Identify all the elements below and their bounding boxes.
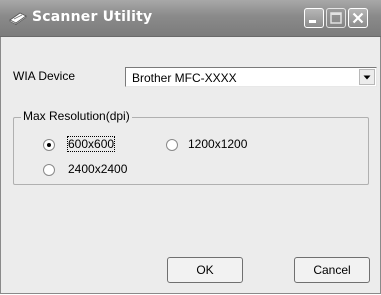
close-button[interactable]	[348, 8, 368, 28]
window-title: Scanner Utility	[32, 9, 153, 25]
dropdown-button[interactable]	[359, 69, 375, 85]
maximize-button[interactable]	[326, 8, 346, 28]
cancel-button[interactable]: Cancel	[294, 257, 370, 283]
radio-600x600[interactable]	[43, 139, 55, 151]
scanner-icon	[8, 11, 28, 26]
wia-device-value: Brother MFC-XXXX	[132, 71, 237, 85]
radio-label-1200x1200[interactable]: 1200x1200	[188, 137, 247, 151]
scanner-utility-window: Scanner Utility WIA Device Brother MFC-X…	[0, 0, 381, 295]
minimize-button[interactable]	[304, 8, 324, 28]
max-resolution-label: Max Resolution(dpi)	[21, 109, 132, 123]
radio-label-600x600[interactable]: 600x600	[66, 136, 116, 152]
dialog-body: WIA Device Brother MFC-XXXX Max Resoluti…	[0, 37, 381, 294]
radio-label-2400x2400[interactable]: 2400x2400	[68, 162, 127, 176]
minimize-icon	[309, 20, 316, 23]
maximize-icon	[330, 12, 342, 24]
radio-1200x1200[interactable]	[166, 139, 178, 151]
close-icon	[352, 12, 364, 24]
radio-2400x2400[interactable]	[43, 164, 55, 176]
wia-device-label: WIA Device	[13, 69, 76, 83]
radio-selected-dot	[47, 143, 51, 147]
ok-button[interactable]: OK	[167, 257, 243, 283]
title-bar[interactable]: Scanner Utility	[0, 0, 381, 37]
max-resolution-group	[13, 117, 369, 185]
wia-device-select[interactable]: Brother MFC-XXXX	[125, 67, 377, 87]
chevron-down-icon	[363, 75, 371, 80]
